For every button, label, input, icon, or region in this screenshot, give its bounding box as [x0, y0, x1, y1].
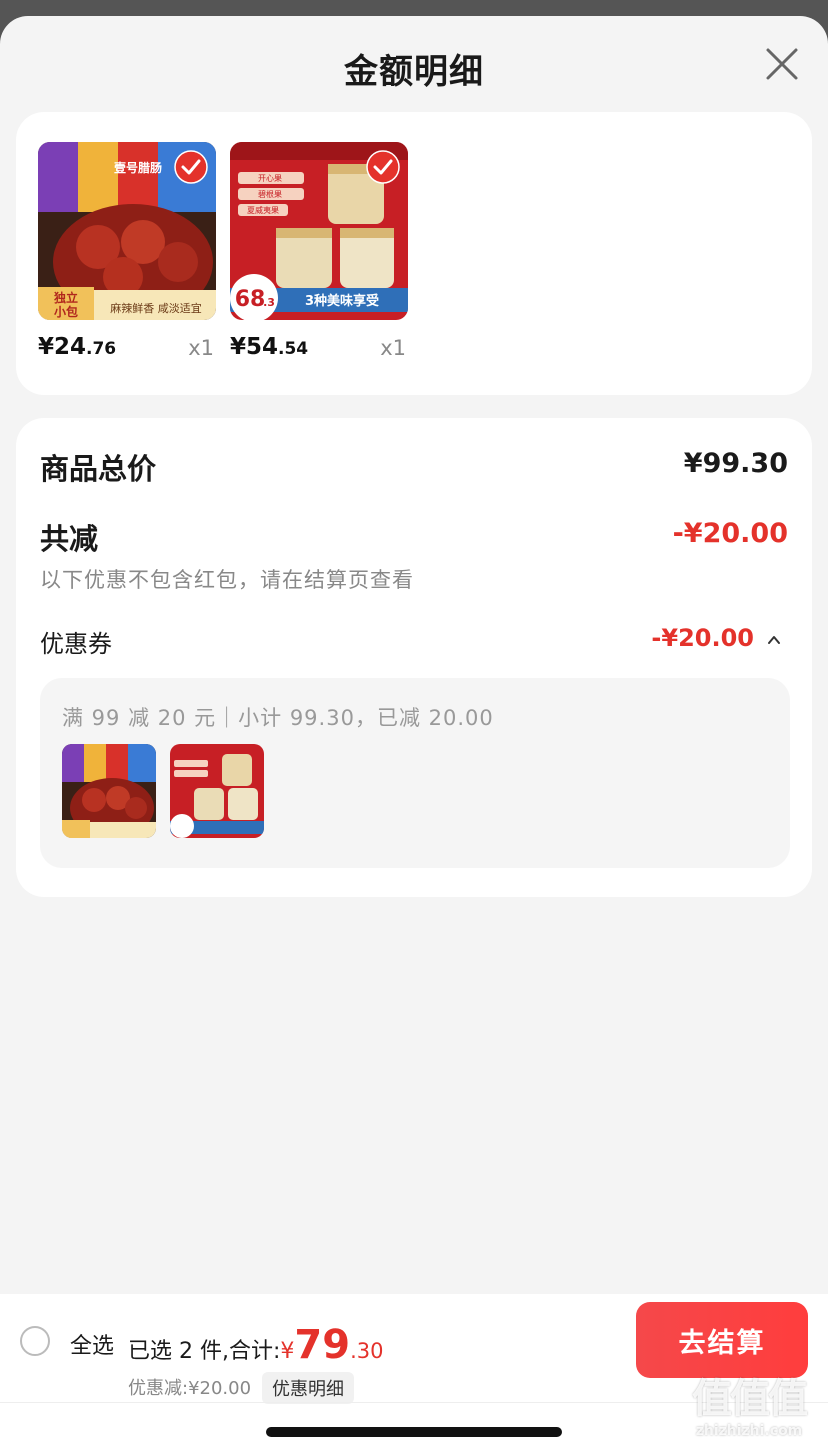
product-list-card: 独立 小包 麻辣鲜香 咸淡适宜 壹号腊肠 ¥24.76 x1 开心果 碧根果 夏…: [16, 112, 812, 395]
coupon-label: 优惠券: [40, 630, 112, 658]
nuts-tag-pecan: 碧根果: [258, 189, 282, 199]
selected-check-icon: [174, 150, 208, 184]
product-item-sausage[interactable]: 独立 小包 麻辣鲜香 咸淡适宜 壹号腊肠 ¥24.76 x1: [38, 142, 216, 374]
total-price-label: 商品总价: [40, 452, 157, 486]
nuts-slogan: 3种美味享受: [305, 293, 379, 309]
nuts-tag-pistachio: 开心果: [258, 174, 282, 183]
coupon-value: -¥20.00: [651, 624, 754, 652]
total-amount-integer: 79: [294, 1322, 351, 1368]
product-qty: x1: [380, 336, 406, 360]
total-reduction-label: 共减: [40, 522, 99, 556]
price-summary-card: 商品总价 ¥99.30 共减 -¥20.00 以下优惠不包含红包，请在结算页查看…: [16, 418, 812, 897]
watermark-main-text: 值值值: [692, 1376, 808, 1422]
total-reduction-value: -¥20.00: [672, 518, 788, 549]
product-image-sausage[interactable]: 独立 小包 麻辣鲜香 咸淡适宜 壹号腊肠: [38, 142, 216, 320]
nuts-price-badge: 68: [235, 287, 266, 312]
close-button[interactable]: [764, 46, 800, 82]
nuts-tag-macadamia: 夏威夷果: [247, 205, 279, 215]
coupon-detail-box: 满 99 减 20 元｜小计 99.30，已减 20.00: [40, 678, 790, 868]
total-reduction-row: 共减 -¥20.00: [40, 516, 788, 560]
coupon-product-thumb-nuts: [170, 744, 264, 838]
total-price-value: ¥99.30: [683, 448, 788, 479]
coupon-row[interactable]: 优惠券 -¥20.00: [40, 622, 788, 662]
total-amount-decimal: .30: [350, 1339, 384, 1363]
sausage-tag-1: 独立: [53, 290, 78, 305]
chevron-up-icon[interactable]: [766, 632, 782, 648]
watermark-logo: 值值值 zhizhizhi.com: [676, 1376, 822, 1446]
product-price: ¥54.54: [230, 334, 309, 360]
coupon-description: 满 99 减 20 元｜小计 99.30，已减 20.00: [62, 706, 494, 730]
close-icon: [766, 48, 798, 80]
product-qty: x1: [188, 336, 214, 360]
selected-summary: 已选 2 件,合计:¥79.30: [128, 1322, 383, 1368]
checkout-button[interactable]: 去结算: [636, 1302, 808, 1378]
select-all-label[interactable]: 全选: [70, 1328, 114, 1360]
selected-count-text: 已选 2 件,合计:: [128, 1339, 281, 1364]
product-image-nuts[interactable]: 开心果 碧根果 夏威夷果 3种美味享受 68 .3: [230, 142, 408, 320]
selected-check-icon: [366, 150, 400, 184]
total-currency: ¥: [280, 1339, 295, 1364]
sausage-tag-2: 小包: [54, 304, 78, 319]
page-title: 金额明细: [344, 52, 484, 92]
nuts-price-badge-decimal: .3: [263, 296, 275, 309]
product-meta: ¥24.76 x1: [38, 334, 216, 374]
discount-detail-button[interactable]: 优惠明细: [262, 1372, 354, 1404]
product-meta: ¥54.54 x1: [230, 334, 408, 374]
reduction-note: 以下优惠不包含红包，请在结算页查看: [40, 568, 414, 592]
sausage-brand: 壹号腊肠: [114, 160, 162, 175]
total-price-row: 商品总价 ¥99.30: [40, 446, 788, 490]
select-all-checkbox[interactable]: [20, 1326, 50, 1356]
product-item-nuts[interactable]: 开心果 碧根果 夏威夷果 3种美味享受 68 .3 ¥54.54 x1: [230, 142, 408, 374]
coupon-product-thumb-sausage: [62, 744, 156, 838]
discount-amount: 优惠减:¥20.00: [128, 1378, 252, 1399]
product-price: ¥24.76: [38, 334, 117, 360]
home-indicator: [266, 1427, 562, 1437]
sausage-slogan: 麻辣鲜香 咸淡适宜: [110, 301, 202, 315]
amount-detail-sheet: 金额明细 独立 小包 麻辣鲜香 咸淡适宜 壹号腊肠 ¥24.76 x1 开心果 …: [0, 16, 828, 1452]
watermark-url: zhizhizhi.com: [695, 1423, 803, 1439]
sheet-header: 金额明细: [0, 16, 828, 112]
